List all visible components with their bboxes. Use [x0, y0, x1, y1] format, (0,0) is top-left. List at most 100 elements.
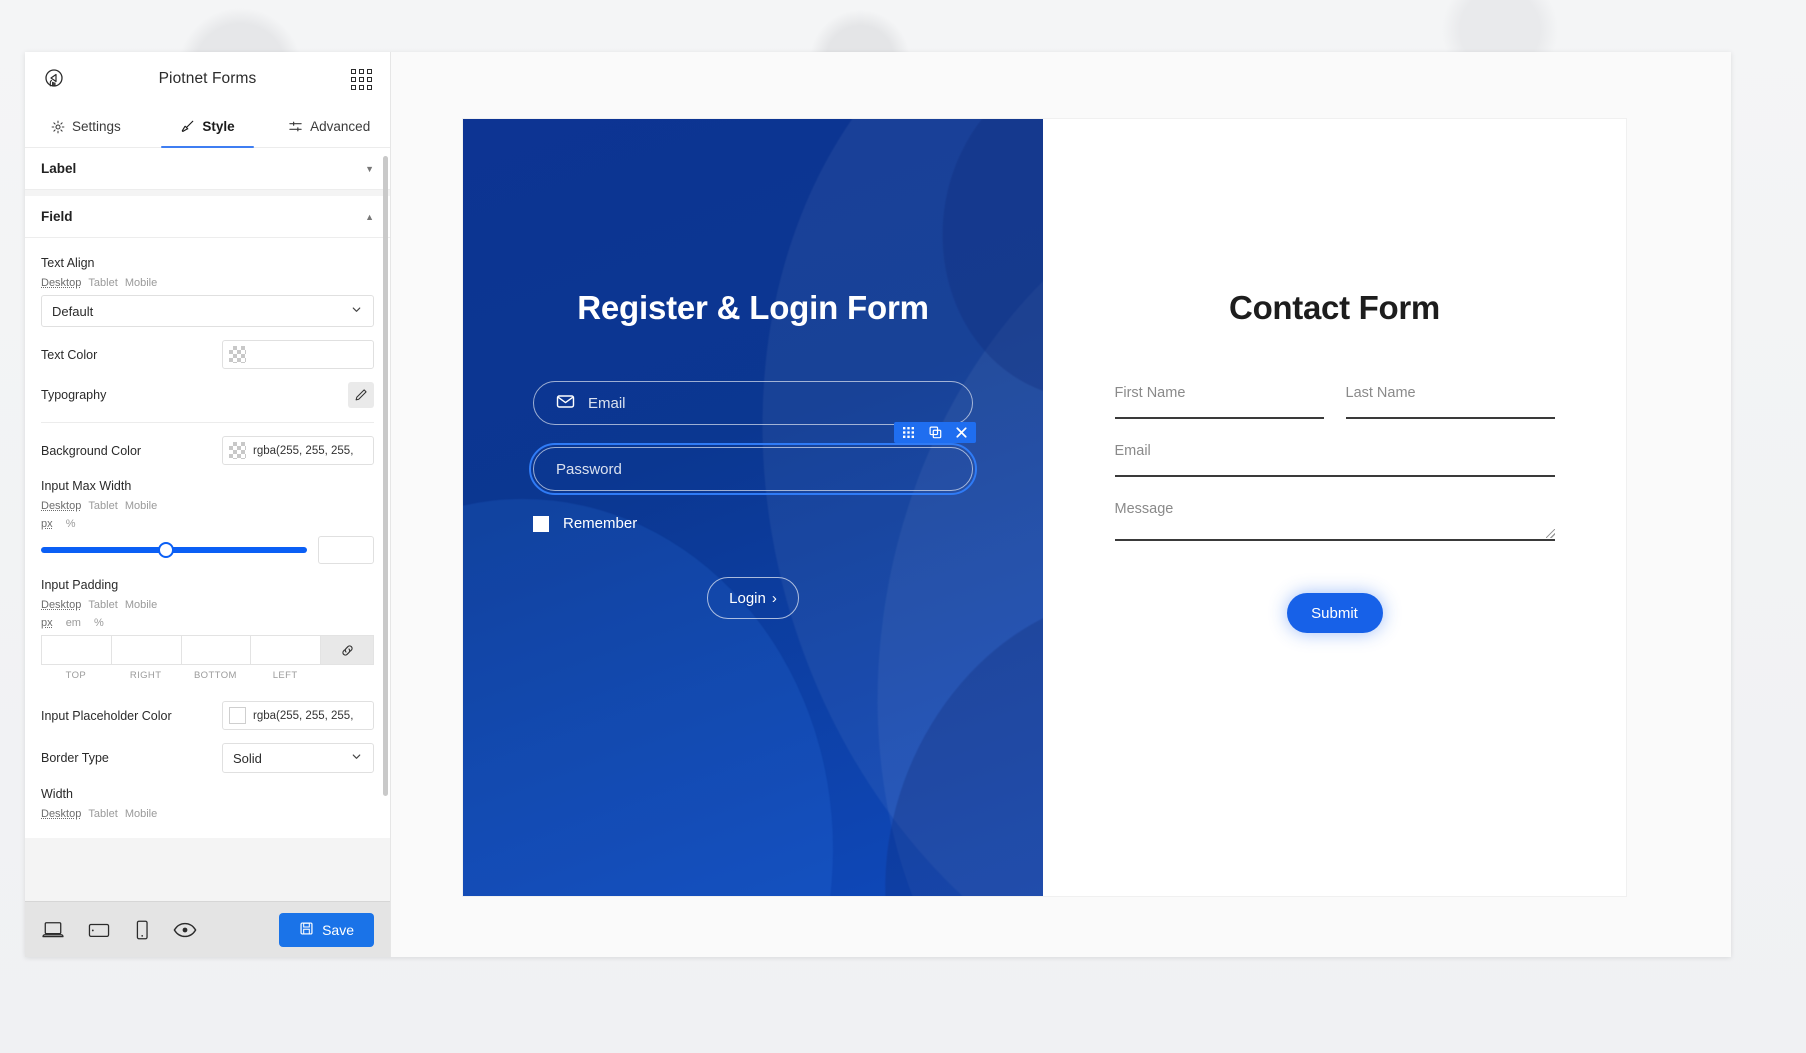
device-mobile[interactable]: Mobile	[125, 277, 157, 289]
close-icon[interactable]	[948, 422, 974, 443]
device-desktop[interactable]: Desktop	[41, 808, 81, 820]
last-name-input[interactable]: Last Name	[1345, 385, 1555, 419]
padding-label-bottom: BOTTOM	[193, 670, 237, 681]
contact-form-title: Contact Form	[1229, 289, 1440, 326]
first-name-placeholder: First Name	[1114, 385, 1186, 401]
unit-percent[interactable]: %	[66, 518, 76, 530]
chevron-up-icon: ▲	[365, 211, 374, 222]
typography-label: Typography	[41, 388, 107, 402]
section-field-title: Field	[41, 209, 73, 224]
device-tablet[interactable]: Tablet	[88, 599, 117, 611]
background-color-value: rgba(255, 255, 255,	[253, 444, 354, 457]
unit-px[interactable]: px	[41, 617, 53, 629]
tab-style-label: Style	[202, 119, 235, 134]
gear-icon	[51, 120, 65, 133]
background-color-field[interactable]: rgba(255, 255, 255,	[222, 436, 374, 465]
submit-button[interactable]: Submit	[1286, 593, 1383, 633]
drag-grid-icon[interactable]	[896, 422, 922, 443]
chevron-down-icon	[350, 303, 363, 319]
input-placeholder-color-field[interactable]: rgba(255, 255, 255,	[222, 701, 374, 730]
message-placeholder: Message	[1114, 501, 1174, 517]
padding-right-input[interactable]	[110, 635, 181, 665]
device-mobile[interactable]: Mobile	[125, 808, 157, 820]
text-color-label: Text Color	[41, 347, 98, 362]
device-mobile[interactable]: Mobile	[125, 500, 157, 512]
input-max-width-slider[interactable]	[41, 542, 307, 558]
typography-row: Typography	[41, 382, 374, 408]
preview-eye-icon[interactable]	[173, 921, 197, 939]
border-type-select[interactable]: Solid	[222, 743, 374, 773]
input-padding-side-labels: TOP RIGHT BOTTOM LEFT	[41, 670, 374, 681]
save-button[interactable]: Save	[279, 912, 374, 947]
login-button[interactable]: Login ›	[707, 577, 799, 619]
input-placeholder-color-value: rgba(255, 255, 255,	[253, 709, 354, 722]
password-input[interactable]: Password	[529, 422, 977, 495]
editor-canvas[interactable]: Register & Login Form Email Password Rem…	[391, 52, 1731, 957]
first-name-input[interactable]: First Name	[1114, 385, 1324, 419]
message-textarea[interactable]: Message	[1114, 501, 1555, 541]
input-max-width-slider-row	[41, 536, 374, 564]
text-color-row: Text Color	[41, 340, 374, 369]
unit-percent[interactable]: %	[94, 617, 104, 629]
unit-px[interactable]: px	[41, 518, 53, 530]
input-padding-units: px em %	[41, 617, 374, 629]
link-icon[interactable]	[320, 635, 374, 665]
device-desktop[interactable]: Desktop	[41, 599, 81, 611]
panel-scroll-area[interactable]: Label ▼ Field ▲ Text Align Desktop Table…	[25, 148, 390, 901]
text-align-select[interactable]: Default	[41, 295, 374, 327]
contact-email-placeholder: Email	[1114, 443, 1151, 459]
grid-apps-icon[interactable]	[346, 64, 376, 94]
sliders-icon	[289, 121, 302, 132]
slider-thumb[interactable]	[158, 542, 175, 558]
unit-em[interactable]: em	[66, 617, 81, 629]
input-padding-device-switcher: Desktop Tablet Mobile	[41, 599, 374, 611]
brush-icon	[182, 120, 194, 132]
padding-top-input[interactable]	[41, 635, 111, 665]
field-section-body: Text Align Desktop Tablet Mobile Default…	[25, 238, 390, 838]
device-tablet[interactable]: Tablet	[88, 277, 117, 289]
device-mobile[interactable]: Mobile	[125, 599, 157, 611]
white-swatch-icon	[229, 707, 246, 724]
device-desktop[interactable]: Desktop	[41, 277, 81, 289]
app-window: Piotnet Forms Settings Style Advanced La…	[25, 52, 1731, 957]
device-desktop[interactable]: Desktop	[41, 500, 81, 512]
input-max-width-device-switcher: Desktop Tablet Mobile	[41, 500, 374, 512]
text-align-device-switcher: Desktop Tablet Mobile	[41, 277, 374, 289]
width-device-switcher: Desktop Tablet Mobile	[41, 808, 374, 820]
text-color-field[interactable]	[222, 340, 374, 369]
back-arrow-circle-icon[interactable]	[39, 64, 69, 94]
mobile-view-icon[interactable]	[133, 919, 151, 941]
device-tablet[interactable]: Tablet	[88, 500, 117, 512]
envelope-icon	[556, 392, 575, 415]
input-placeholder-color-row: Input Placeholder Color rgba(255, 255, 2…	[41, 701, 374, 730]
device-tablet[interactable]: Tablet	[88, 808, 117, 820]
tab-advanced[interactable]: Advanced	[268, 106, 390, 147]
border-type-row: Border Type Solid	[41, 743, 374, 773]
input-max-width-label: Input Max Width	[41, 479, 132, 493]
input-max-width-number-input[interactable]	[318, 536, 374, 564]
desktop-view-icon[interactable]	[41, 920, 65, 940]
email-input[interactable]: Email	[533, 381, 973, 425]
padding-bottom-input[interactable]	[180, 635, 251, 665]
tab-settings-label: Settings	[71, 119, 121, 134]
input-max-width-units: px %	[41, 518, 374, 530]
panel-title: Piotnet Forms	[158, 70, 257, 87]
contact-email-input[interactable]: Email	[1114, 443, 1555, 477]
padding-label-top: TOP	[65, 670, 87, 681]
tab-style[interactable]: Style	[147, 106, 269, 148]
padding-label-left: LEFT	[272, 670, 298, 681]
section-label[interactable]: Label ▼	[25, 148, 390, 190]
pencil-icon[interactable]	[348, 382, 374, 408]
tablet-view-icon[interactable]	[87, 920, 111, 940]
padding-left-input[interactable]	[250, 635, 320, 665]
transparent-swatch-icon	[229, 346, 246, 363]
duplicate-icon[interactable]	[922, 422, 948, 443]
panel-scrollbar[interactable]	[383, 156, 388, 796]
remember-checkbox[interactable]	[533, 515, 549, 532]
widget-edit-toolbar	[894, 422, 976, 443]
submit-button-label: Submit	[1311, 604, 1358, 622]
section-field[interactable]: Field ▲	[25, 196, 390, 238]
name-row: First Name Last Name	[1114, 385, 1555, 419]
tab-settings[interactable]: Settings	[25, 106, 147, 147]
resize-grip-icon[interactable]	[1545, 529, 1555, 538]
